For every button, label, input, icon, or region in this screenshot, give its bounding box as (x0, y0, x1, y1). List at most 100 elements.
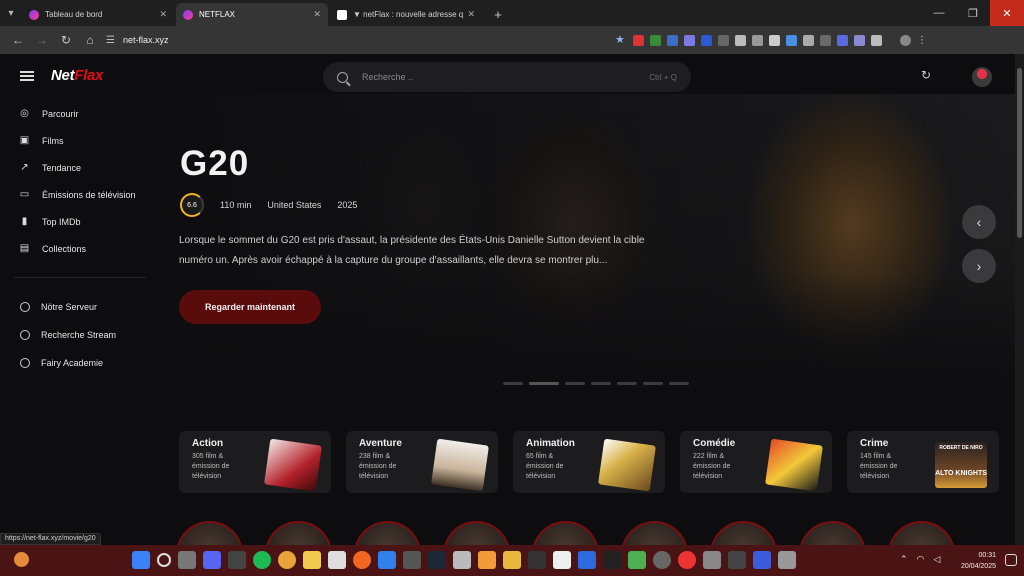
sidebar-item-trending[interactable]: ↗ Tendance (0, 154, 160, 181)
profile-icon[interactable] (900, 34, 911, 46)
clock[interactable]: 00:31 20/04/2025 (956, 550, 996, 572)
reload-icon[interactable]: ↻ (54, 29, 78, 51)
slide-indicator[interactable] (617, 382, 637, 385)
notification-icon[interactable] (1005, 554, 1017, 566)
minecraft-icon[interactable] (628, 551, 646, 569)
next-slide-button[interactable]: › (962, 249, 996, 283)
search-input[interactable]: Recherche .. Ctrl + Q (323, 62, 691, 92)
search-icon[interactable] (157, 553, 171, 567)
extension-icon[interactable] (854, 34, 865, 46)
genre-card-action[interactable]: Action 305 film & émission de télévision (179, 431, 331, 493)
scrollbar[interactable] (1015, 54, 1024, 545)
genre-card-crime[interactable]: Crime 145 film & émission de télévision … (847, 431, 999, 493)
extension-icon[interactable] (650, 34, 661, 46)
app-icon[interactable] (228, 551, 246, 569)
browser-menu-icon[interactable]: ⋮ (917, 35, 928, 46)
app-icon[interactable] (578, 551, 596, 569)
epic-games-icon[interactable] (603, 551, 621, 569)
sidebar-server-stream[interactable]: Recherche Stream (0, 321, 160, 349)
extension-icon[interactable] (735, 34, 746, 46)
slide-indicator[interactable] (591, 382, 611, 385)
prev-slide-button[interactable]: ‹ (962, 205, 996, 239)
vscode-icon[interactable] (378, 551, 396, 569)
weather-icon[interactable] (14, 552, 29, 567)
site-info-icon[interactable]: ☰ (106, 35, 115, 46)
app-icon[interactable] (353, 551, 371, 569)
logo[interactable]: NetFlax (51, 67, 103, 84)
featured-item[interactable] (443, 521, 510, 545)
extension-icon[interactable] (752, 34, 763, 46)
extension-icon[interactable] (718, 34, 729, 46)
app-icon[interactable] (753, 551, 771, 569)
task-view-icon[interactable] (178, 551, 196, 569)
genre-card-adventure[interactable]: Aventure 238 film & émission de télévisi… (346, 431, 498, 493)
extension-icon[interactable] (837, 34, 848, 46)
sidebar-item-films[interactable]: ▣ Films (0, 127, 160, 154)
watch-now-button[interactable]: Regarder maintenant (179, 290, 321, 324)
avatar[interactable] (972, 67, 992, 87)
featured-item[interactable] (532, 521, 599, 545)
chrome-icon[interactable] (278, 551, 296, 569)
app-icon[interactable] (328, 551, 346, 569)
sidebar-item-top-imdb[interactable]: ▮ Top IMDb (0, 208, 160, 235)
extension-icon[interactable] (803, 34, 814, 46)
wifi-icon[interactable]: ◠ (917, 554, 925, 565)
discord-icon[interactable] (203, 551, 221, 569)
hamburger-menu-icon[interactable] (20, 71, 34, 81)
extension-icon[interactable] (633, 34, 644, 46)
url-field[interactable]: ☰ net-flax.xyz (106, 29, 626, 51)
extension-icon[interactable] (684, 34, 695, 46)
slide-indicator[interactable] (503, 382, 523, 385)
app-icon[interactable] (453, 551, 471, 569)
tab-dashboard[interactable]: Tableau de bord ✕ (22, 3, 174, 26)
bookmark-star-icon[interactable]: ★ (615, 34, 627, 46)
genre-card-comedy[interactable]: Comédie 222 film & émission de télévisio… (680, 431, 832, 493)
app-icon[interactable] (403, 551, 421, 569)
featured-item[interactable] (888, 521, 955, 545)
slide-indicator[interactable] (669, 382, 689, 385)
app-icon[interactable] (703, 551, 721, 569)
sidebar-server-fairy[interactable]: Fairy Academie (0, 349, 160, 377)
sidebar-server-ours[interactable]: Nötre Serveur (0, 293, 160, 321)
featured-item[interactable] (265, 521, 332, 545)
featured-item[interactable] (354, 521, 421, 545)
app-icon[interactable] (528, 551, 546, 569)
windows-start-icon[interactable] (132, 551, 150, 569)
app-icon[interactable] (553, 551, 571, 569)
scrollbar-thumb[interactable] (1017, 68, 1022, 238)
forward-icon[interactable]: → (30, 29, 54, 51)
tab-search-icon[interactable]: ▾ (0, 0, 22, 26)
slide-indicator[interactable] (565, 382, 585, 385)
app-icon[interactable] (503, 551, 521, 569)
spotify-icon[interactable] (253, 551, 271, 569)
restore-icon[interactable]: ❐ (956, 0, 990, 26)
extensions-puzzle-icon[interactable] (871, 34, 882, 46)
sidebar-item-tv[interactable]: ▭ Émissions de télévision (0, 181, 160, 208)
file-explorer-icon[interactable] (303, 551, 321, 569)
app-icon[interactable] (778, 551, 796, 569)
tab-news[interactable]: ▼ netFlax : nouvelle adresse qu ✕ (330, 3, 482, 26)
close-tab-icon[interactable]: ✕ (467, 9, 475, 20)
extension-icon[interactable] (820, 34, 831, 46)
home-icon[interactable]: ⌂ (78, 29, 102, 51)
app-icon[interactable] (678, 551, 696, 569)
minimize-icon[interactable]: — (922, 0, 956, 26)
app-icon[interactable] (653, 551, 671, 569)
back-icon[interactable]: ← (6, 29, 30, 51)
featured-item[interactable] (176, 521, 243, 545)
app-icon[interactable] (478, 551, 496, 569)
close-tab-icon[interactable]: ✕ (313, 9, 321, 20)
sidebar-item-browse[interactable]: ◎ Parcourir (0, 100, 160, 127)
tab-netflax[interactable]: NETFLAX ✕ (176, 3, 328, 26)
extension-icon[interactable] (667, 34, 678, 46)
close-tab-icon[interactable]: ✕ (159, 9, 167, 20)
slide-indicator[interactable] (643, 382, 663, 385)
volume-icon[interactable]: ◁ (933, 554, 940, 565)
genre-card-animation[interactable]: Animation 65 film & émission de télévisi… (513, 431, 665, 493)
extension-icon[interactable] (769, 34, 780, 46)
featured-item[interactable] (799, 521, 866, 545)
chevron-up-icon[interactable]: ⌃ (900, 554, 908, 565)
app-icon[interactable] (728, 551, 746, 569)
steam-icon[interactable] (428, 551, 446, 569)
refresh-icon[interactable]: ↻ (921, 69, 934, 82)
